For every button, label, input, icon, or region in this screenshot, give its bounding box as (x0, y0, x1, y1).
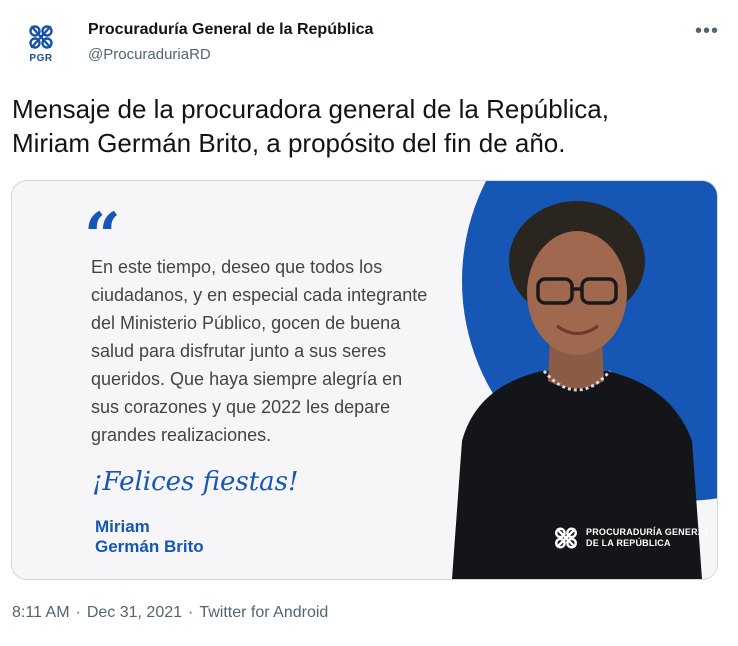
portrait-photo (452, 201, 702, 579)
pgr-logo-icon (29, 25, 53, 49)
display-name[interactable]: Procuraduría General de la República (88, 21, 373, 39)
tweet-source[interactable]: Twitter for Android (199, 604, 328, 622)
more-horizontal-icon: ••• (694, 20, 719, 42)
tweet: PGR Procuraduría General de la República… (0, 0, 738, 646)
org-logo-text: PROCURADURÍA GENERAL DE LA REPÚBLICA (586, 527, 711, 548)
tweet-meta: 8:11 AM · Dec 31, 2021 · Twitter for And… (12, 604, 328, 622)
pgr-logo-icon (555, 527, 577, 549)
tweet-time[interactable]: 8:11 AM (12, 604, 70, 622)
account-avatar[interactable]: PGR (12, 14, 70, 72)
more-options-button[interactable]: ••• (692, 20, 722, 42)
avatar-text: PGR (29, 53, 53, 64)
media-message: En este tiempo, deseo que todos los ciud… (91, 257, 428, 445)
account-handle[interactable]: @ProcuraduriaRD (88, 46, 211, 63)
media-greeting: ¡Felices fiestas! (92, 467, 299, 497)
tweet-text: Mensaje de la procuradora general de la … (12, 94, 609, 158)
tweet-date[interactable]: Dec 31, 2021 (87, 604, 182, 622)
meta-separator: · (188, 604, 194, 621)
org-logo: PROCURADURÍA GENERAL DE LA REPÚBLICA (552, 525, 710, 551)
media-signature: Miriam Germán Brito (95, 517, 204, 556)
meta-separator: · (75, 604, 81, 621)
tweet-media-image[interactable]: “ En este tiempo, deseo que todos los ci… (11, 180, 718, 580)
